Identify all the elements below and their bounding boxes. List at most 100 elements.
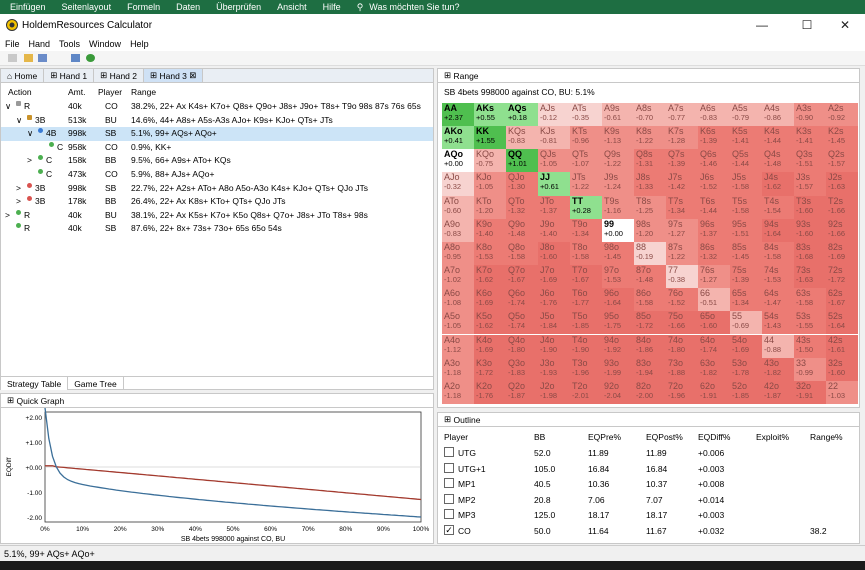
player-checkbox[interactable] [444,462,454,473]
tree-row[interactable]: >3B 998k SB 22.7%, 22+ A2s+ ATo+ A8o A5o-A3… [1,182,433,196]
range-cell[interactable]: Q5o -1.74 [506,311,538,335]
range-cell[interactable]: J9o -1.40 [538,218,570,242]
range-cell[interactable]: A6o -1.08 [442,288,474,312]
range-cell[interactable]: T9s -1.16 [602,195,634,219]
expand-toggle-icon[interactable]: > [16,183,21,193]
range-cell[interactable]: 52s -1.64 [826,311,858,335]
col-header-amt[interactable]: Amt. [68,87,85,97]
range-cell[interactable]: 95o -1.75 [602,311,634,335]
menu-window[interactable]: Window [89,39,121,49]
excel-menu-ansicht[interactable]: Ansicht [277,2,307,12]
range-cell[interactable]: J2s -1.63 [826,172,858,196]
range-cell[interactable]: 43o -1.82 [762,357,794,381]
range-cell[interactable]: 83s -1.68 [794,241,826,266]
range-cell[interactable]: J3o -1.93 [538,357,570,381]
player-checkbox[interactable]: ✓ [444,524,454,535]
range-cell[interactable]: A8s -0.70 [634,103,666,127]
range-cell[interactable]: 76s -1.27 [698,265,730,289]
range-cell[interactable]: 55 -0.69 [730,311,762,335]
range-cell[interactable]: Q9o -1.48 [506,218,538,242]
excel-menu-ueberpruefen[interactable]: Überprüfen [216,2,261,12]
range-cell[interactable]: KTo -1.20 [474,195,506,219]
tree-row[interactable]: C 958k CO 0.9%, KK+ [1,141,433,155]
player-checkbox[interactable] [444,478,454,488]
range-cell[interactable]: A4o -1.12 [442,334,474,358]
range-cell[interactable]: J5o -1.84 [538,311,570,335]
range-cell[interactable]: 54s -1.43 [762,311,794,335]
range-cell[interactable]: 62s -1.67 [826,288,858,312]
range-cell[interactable]: A9o -0.83 [442,218,474,242]
range-cell[interactable]: QQ +1.01 [506,149,538,173]
range-cell[interactable]: A7s -0.77 [666,103,698,127]
range-cell[interactable]: T5o -1.85 [570,311,602,335]
tree-row[interactable]: ∨ 3B 513k BU 14.6%, 44+ A8s+ A5s-A3s AJo+ K9… [1,114,433,128]
range-cell[interactable]: 53o -1.78 [730,357,762,381]
range-cell[interactable]: T2o -2.01 [570,380,602,404]
range-cell[interactable]: J6o -1.76 [538,288,570,312]
range-cell[interactable]: JTo -1.37 [538,195,570,219]
outline-header-cell[interactable]: EQPre% [588,432,621,442]
open-folder-icon[interactable] [24,54,33,62]
range-cell[interactable]: J4o -1.90 [538,334,570,358]
range-cell[interactable]: ATo -0.60 [442,195,474,219]
range-cell[interactable]: K5o -1.62 [474,311,506,335]
outline-header-cell[interactable]: Range% [810,432,843,442]
range-cell[interactable]: K2o -1.76 [474,380,506,404]
range-cell[interactable]: 84s -1.58 [762,241,794,266]
excel-menu-hilfe[interactable]: Hilfe [323,2,341,12]
range-cell[interactable]: Q4o -1.80 [506,334,538,358]
range-cell[interactable]: 98s -1.20 [634,218,666,242]
range-cell[interactable]: 83o -1.94 [634,357,666,381]
expand-toggle-icon[interactable]: ∨ [5,101,11,112]
range-cell[interactable]: 86o -1.58 [634,288,666,312]
range-cell[interactable]: Q6s -1.46 [698,149,730,173]
range-cell[interactable]: 95s -1.51 [730,218,762,242]
range-cell[interactable]: T4o -1.90 [570,334,602,358]
range-cell[interactable]: Q8o -1.58 [506,241,538,266]
range-cell[interactable]: 94s -1.64 [762,218,794,242]
range-cell[interactable]: 93s -1.60 [794,218,826,242]
range-cell[interactable]: K7o -1.62 [474,265,506,289]
range-cell[interactable]: K8s -1.22 [634,126,666,150]
range-cell[interactable]: J8o -1.60 [538,241,570,266]
range-cell[interactable]: 53s -1.55 [794,311,826,335]
range-cell[interactable]: A5o -1.05 [442,311,474,335]
range-cell[interactable]: 87s -1.22 [666,241,698,266]
range-cell[interactable]: A7o -1.02 [442,265,474,289]
range-cell[interactable]: J2o -1.98 [538,380,570,404]
col-header-range[interactable]: Range [131,87,156,97]
expand-toggle-icon[interactable]: ∨ [16,115,22,126]
range-cell[interactable]: Q7o -1.67 [506,265,538,289]
range-cell[interactable]: 86s -1.32 [698,241,730,266]
range-cell[interactable]: A8o -0.95 [442,241,474,266]
tree-row[interactable]: R 40k SB 87.6%, 22+ 8x+ 73s+ 73o+ 65s 65o 5… [1,222,433,236]
maximize-button[interactable]: ☐ [790,14,824,36]
range-cell[interactable]: A3s -0.90 [794,103,826,127]
tab-hand-2[interactable]: ⊞ Hand 2 [94,69,144,82]
range-cell[interactable]: 42o -1.87 [762,380,794,404]
range-cell[interactable]: J8s -1.33 [634,172,666,196]
range-cell[interactable]: 97o -1.53 [602,265,634,289]
menu-help[interactable]: Help [130,39,149,49]
range-cell[interactable]: K6o -1.69 [474,288,506,312]
range-cell[interactable]: 82o -2.00 [634,380,666,404]
range-cell[interactable]: 65o -1.60 [698,311,730,335]
range-cell[interactable]: 74s -1.53 [762,265,794,289]
range-cell[interactable]: 98o -1.45 [602,241,634,266]
range-cell[interactable]: A9s -0.61 [602,103,634,127]
range-cell[interactable]: A2o -1.18 [442,380,474,404]
excel-menu-einfuegen[interactable]: Einfügen [10,2,46,12]
range-cell[interactable]: K2s -1.45 [826,126,858,150]
range-cell[interactable]: K4o -1.69 [474,334,506,358]
range-cell[interactable]: K4s -1.44 [762,126,794,150]
range-cell[interactable]: Q8s -1.31 [634,149,666,173]
range-cell[interactable]: T9o -1.34 [570,218,602,242]
range-cell[interactable]: 32o -1.91 [794,380,826,404]
range-cell[interactable]: 99 +0.00 [602,218,634,242]
range-cell[interactable]: AJs -0.12 [538,103,570,127]
minimize-button[interactable]: — [745,14,779,36]
range-cell[interactable]: T5s -1.58 [730,195,762,219]
excel-menu-daten[interactable]: Daten [176,2,200,12]
range-cell[interactable]: 63s -1.58 [794,288,826,312]
menu-tools[interactable]: Tools [59,39,80,49]
